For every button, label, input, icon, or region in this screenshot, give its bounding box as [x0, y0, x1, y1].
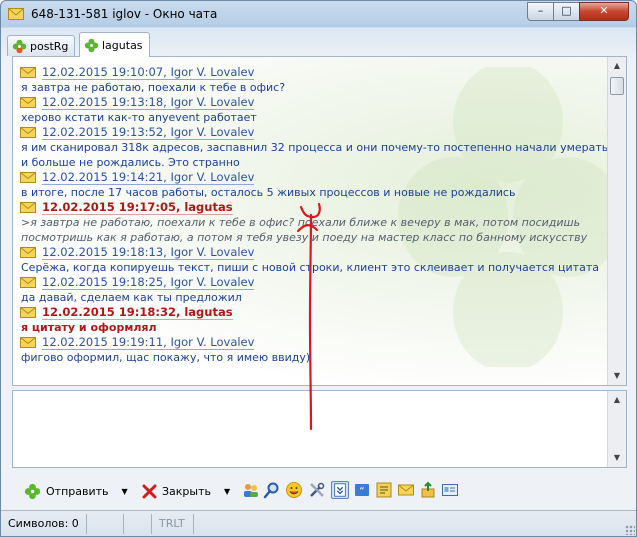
status-separator: [86, 514, 87, 534]
envelope-icon: [20, 307, 36, 318]
message-header[interactable]: 12.02.2015 19:18:32, lagutas: [42, 305, 233, 320]
tab-label: lagutas: [102, 38, 143, 52]
tools-icon[interactable]: [308, 481, 326, 499]
mail-icon[interactable]: [397, 481, 415, 499]
message-text: я завтра не работаю, поехали к тебе в оф…: [21, 81, 286, 94]
message-header[interactable]: 12.02.2015 19:10:07, Igor V. Lovalev: [42, 65, 255, 80]
envelope-icon: [20, 247, 36, 258]
message-header[interactable]: 12.02.2015 19:17:05, lagutas: [42, 200, 233, 215]
message-text: херово кстати как-то anyevent работает: [21, 111, 257, 124]
message-item: 12.02.2015 19:18:13, Igor V. Lovalev Сер…: [20, 245, 610, 275]
message-item: 12.02.2015 19:13:18, Igor V. Lovalev хер…: [20, 95, 610, 125]
message-text: в итоге, после 17 часов работы, осталось…: [21, 186, 516, 199]
envelope-icon: [20, 202, 36, 213]
close-chat-button[interactable]: Закрыть ▼: [142, 480, 230, 502]
message-header[interactable]: 12.02.2015 19:13:52, Igor V. Lovalev: [42, 125, 255, 140]
message-text: я цитату и оформлял: [21, 321, 157, 334]
envelope-icon: [20, 127, 36, 138]
envelope-icon: [8, 8, 24, 20]
message-header[interactable]: 12.02.2015 19:13:18, Igor V. Lovalev: [42, 95, 255, 110]
message-header[interactable]: 12.02.2015 19:19:11, Igor V. Lovalev: [42, 335, 255, 350]
send-button[interactable]: Отправить ▼: [24, 480, 128, 502]
info-card-icon[interactable]: [441, 481, 459, 499]
chat-window: 648-131-581 iglov - Окно чата – □ ✕ post…: [0, 0, 637, 537]
tab-lagutas[interactable]: lagutas: [79, 32, 150, 57]
resize-grip[interactable]: [625, 525, 635, 535]
history-icon[interactable]: [375, 481, 393, 499]
scroll-down-arrow-icon[interactable]: ▼: [609, 368, 625, 384]
message-text: фигово оформил, щас покажу, что я имею в…: [21, 351, 311, 364]
status-separator: [123, 514, 124, 534]
message-item: 12.02.2015 19:19:11, Igor V. Lovalev фиг…: [20, 335, 610, 365]
status-bar: Символов: 0 TRLT: [1, 510, 636, 536]
char-count: Символов: 0: [8, 517, 79, 530]
message-item: 12.02.2015 19:10:07, Igor V. Lovalev я з…: [20, 65, 610, 95]
close-window-button[interactable]: ✕: [579, 2, 629, 21]
envelope-icon: [20, 97, 36, 108]
message-header[interactable]: 12.02.2015 19:18:13, Igor V. Lovalev: [42, 245, 255, 260]
title-bar[interactable]: 648-131-581 iglov - Окно чата – □ ✕: [1, 1, 636, 29]
tab-label: postRg: [30, 39, 69, 53]
envelope-icon: [20, 172, 36, 183]
message-item: 12.02.2015 19:14:21, Igor V. Lovalev в и…: [20, 170, 610, 200]
message-input-panel: ▲ ▼: [12, 390, 627, 468]
message-item: 12.02.2015 19:18:25, Igor V. Lovalev да …: [20, 275, 610, 305]
close-label: Закрыть: [162, 484, 211, 498]
message-header[interactable]: 12.02.2015 19:18:25, Igor V. Lovalev: [42, 275, 255, 290]
chat-history[interactable]: 12.02.2015 19:10:07, Igor V. Lovalev я з…: [12, 56, 627, 386]
message-text: Серёжа, когда копируешь текст, пиши с но…: [21, 261, 599, 274]
message-quote-text: >я завтра не работаю, поехали к тебе в о…: [21, 216, 588, 244]
message-item-own: 12.02.2015 19:17:05, lagutas >я завтра н…: [20, 200, 610, 245]
scroll-down-icon[interactable]: [331, 481, 349, 499]
scroll-down-arrow-icon[interactable]: ▼: [609, 450, 625, 466]
send-dropdown-arrow-icon[interactable]: ▼: [122, 487, 128, 496]
message-text: я им сканировал 318к адресов, заспавнил …: [21, 141, 609, 169]
clover-icon: [84, 38, 99, 52]
users-icon[interactable]: [242, 481, 260, 499]
scroll-up-arrow-icon[interactable]: ▲: [609, 58, 625, 74]
send-label: Отправить: [46, 484, 109, 498]
chat-scrollbar[interactable]: ▲ ▼: [607, 57, 626, 385]
scroll-thumb[interactable]: [610, 77, 624, 95]
message-input[interactable]: [13, 391, 608, 467]
maximize-button[interactable]: □: [553, 2, 580, 21]
window-title: 648-131-581 iglov - Окно чата: [31, 7, 218, 21]
message-text: да давай, сделаем как ты предложил: [21, 291, 242, 304]
message-list: 12.02.2015 19:10:07, Igor V. Lovalev я з…: [20, 65, 610, 365]
message-item: 12.02.2015 19:13:52, Igor V. Lovalev я и…: [20, 125, 610, 170]
message-item-own: 12.02.2015 19:18:32, lagutas я цитату и …: [20, 305, 610, 335]
envelope-icon: [20, 67, 36, 78]
envelope-icon: [20, 337, 36, 348]
quote-icon[interactable]: “: [353, 481, 371, 499]
input-scrollbar[interactable]: ▲ ▼: [607, 391, 626, 467]
status-separator: [151, 514, 152, 534]
clover-icon: [12, 39, 27, 53]
scroll-up-arrow-icon[interactable]: ▲: [609, 392, 625, 408]
keyboard-layout: TRLT: [159, 517, 185, 530]
minimize-button[interactable]: –: [527, 2, 554, 21]
message-header[interactable]: 12.02.2015 19:14:21, Igor V. Lovalev: [42, 170, 255, 185]
status-separator: [193, 514, 194, 534]
envelope-icon: [20, 277, 36, 288]
file-transfer-icon[interactable]: [419, 481, 437, 499]
chat-toolbar: Отправить ▼ Закрыть ▼ “: [12, 478, 627, 504]
tab-postrg[interactable]: postRg: [7, 35, 76, 56]
search-icon[interactable]: [263, 481, 281, 499]
close-x-icon: [142, 484, 157, 498]
svg-text:“: “: [359, 486, 364, 497]
close-dropdown-arrow-icon[interactable]: ▼: [224, 487, 230, 496]
smiley-icon[interactable]: [285, 481, 303, 499]
clover-icon: [24, 483, 41, 499]
tab-bar: postRg lagutas: [7, 32, 629, 57]
